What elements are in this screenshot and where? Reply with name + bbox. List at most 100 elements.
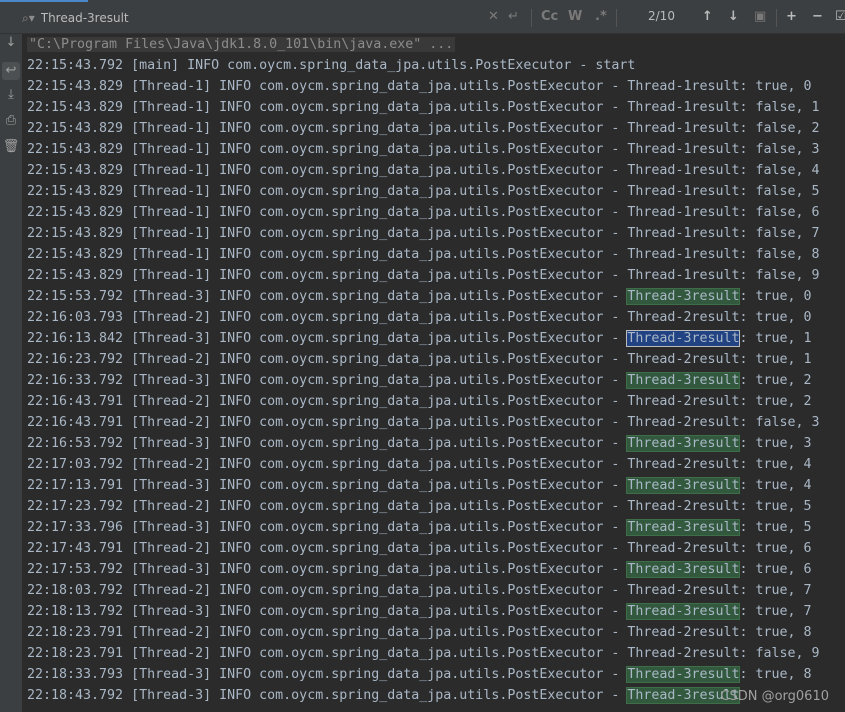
console-toolbar: ↓ ↩ ⤓ ⎙ 🗑 xyxy=(0,34,22,712)
log-prefix: 22:16:13.842 [Thread-3] INFO com.oycm.sp… xyxy=(27,331,628,346)
log-prefix: 22:15:43.829 [Thread-1] INFO com.oycm.sp… xyxy=(27,121,628,136)
log-prefix: 22:16:43.791 [Thread-2] INFO com.oycm.sp… xyxy=(27,394,628,409)
log-line: 22:16:53.792 [Thread-3] INFO com.oycm.sp… xyxy=(27,433,812,454)
log-value: : true, 2 xyxy=(739,373,812,388)
log-value: : true, 4 xyxy=(739,457,812,472)
select-all-icon[interactable]: ▣ xyxy=(754,9,766,24)
log-line: 22:16:03.793 [Thread-2] INFO com.oycm.sp… xyxy=(27,307,812,328)
log-line: 22:15:43.829 [Thread-1] INFO com.oycm.sp… xyxy=(27,265,820,286)
soft-wrap-icon[interactable]: ↩ xyxy=(2,62,20,80)
log-key: Thread-2result xyxy=(627,625,740,640)
enter-icon[interactable]: ↵ xyxy=(508,9,519,24)
log-prefix: 22:17:53.792 [Thread-3] INFO com.oycm.sp… xyxy=(27,562,628,577)
log-value: : true, 7 xyxy=(739,604,812,619)
console-output[interactable]: "C:\Program Files\Java\jdk1.8.0_101\bin\… xyxy=(22,34,845,712)
log-value: : false, 9 xyxy=(739,268,820,283)
log-value: : false, 8 xyxy=(739,247,820,262)
log-key: Thread-2result xyxy=(627,541,740,556)
log-key: Thread-1result xyxy=(627,247,740,262)
log-line: 22:15:43.829 [Thread-1] INFO com.oycm.sp… xyxy=(27,223,820,244)
log-prefix: 22:15:43.829 [Thread-1] INFO com.oycm.sp… xyxy=(27,247,628,262)
log-prefix: 22:17:43.791 [Thread-2] INFO com.oycm.sp… xyxy=(27,541,628,556)
log-prefix: 22:16:33.792 [Thread-3] INFO com.oycm.sp… xyxy=(27,373,628,388)
log-key: Thread-2result xyxy=(627,415,740,430)
trash-icon[interactable]: 🗑 xyxy=(2,138,20,156)
log-key: Thread-2result xyxy=(627,310,740,325)
log-line: 22:15:43.829 [Thread-1] INFO com.oycm.sp… xyxy=(27,160,820,181)
log-key: Thread-2result xyxy=(627,352,740,367)
log-value: : true, 8 xyxy=(739,625,812,640)
add-occurrence-icon[interactable]: + xyxy=(786,9,797,24)
log-key: Thread-1result xyxy=(627,121,740,136)
log-prefix: 22:17:23.792 [Thread-2] INFO com.oycm.sp… xyxy=(27,499,628,514)
arrow-up-icon[interactable]: ↑ xyxy=(702,9,713,24)
current-search-match: Thread-3result xyxy=(626,330,741,347)
search-match: Thread-3result xyxy=(626,666,741,683)
search-field[interactable]: ⌕▾ xyxy=(22,7,522,29)
log-line: 22:18:33.793 [Thread-3] INFO com.oycm.sp… xyxy=(27,664,812,685)
remove-occurrence-icon[interactable]: − xyxy=(812,9,823,24)
log-line: 22:18:03.792 [Thread-2] INFO com.oycm.sp… xyxy=(27,580,812,601)
log-value: : true, 1 xyxy=(739,352,812,367)
log-value: : true, 5 xyxy=(739,499,812,514)
log-prefix: 22:17:13.791 [Thread-3] INFO com.oycm.sp… xyxy=(27,478,628,493)
log-value: : false, 7 xyxy=(739,226,820,241)
log-value: : true, 3 xyxy=(739,436,812,451)
log-value: : true, 0 xyxy=(739,79,812,94)
log-line: 22:17:43.791 [Thread-2] INFO com.oycm.sp… xyxy=(27,538,812,559)
search-icon[interactable]: ⌕▾ xyxy=(22,11,35,26)
log-line: 22:15:43.829 [Thread-1] INFO com.oycm.sp… xyxy=(27,181,820,202)
close-icon[interactable]: ✕ xyxy=(488,9,499,24)
log-prefix: 22:15:53.792 [Thread-3] INFO com.oycm.sp… xyxy=(27,289,628,304)
log-value: : true, 1 xyxy=(739,331,812,346)
log-key: Thread-1result xyxy=(627,163,740,178)
watermark: CSDN @org0610 xyxy=(720,689,829,704)
search-match: Thread-3result xyxy=(626,288,741,305)
log-prefix: 22:15:43.792 [main] INFO com.oycm.spring… xyxy=(27,58,636,73)
log-line: 22:16:43.791 [Thread-2] INFO com.oycm.sp… xyxy=(27,391,812,412)
divider xyxy=(531,9,532,27)
search-input[interactable] xyxy=(40,11,441,25)
log-prefix: 22:15:43.829 [Thread-1] INFO com.oycm.sp… xyxy=(27,79,628,94)
log-key: Thread-1result xyxy=(627,79,740,94)
log-prefix: 22:16:23.792 [Thread-2] INFO com.oycm.sp… xyxy=(27,352,628,367)
whole-word-toggle[interactable]: W xyxy=(568,9,582,24)
log-line: 22:17:23.792 [Thread-2] INFO com.oycm.sp… xyxy=(27,496,812,517)
arrow-down-icon[interactable]: ↓ xyxy=(2,34,20,52)
filter-icon[interactable]: ☑ xyxy=(835,9,845,24)
log-value: : false, 5 xyxy=(739,184,820,199)
log-value: : true, 8 xyxy=(739,667,812,682)
log-value: : true, 6 xyxy=(739,562,812,577)
search-match: Thread-3result xyxy=(626,435,741,452)
log-line: 22:17:03.792 [Thread-2] INFO com.oycm.sp… xyxy=(27,454,812,475)
regex-toggle[interactable]: .* xyxy=(595,9,607,24)
log-key: Thread-1result xyxy=(627,142,740,157)
log-key: Thread-1result xyxy=(627,268,740,283)
log-value: : true, 2 xyxy=(739,394,812,409)
log-value: : true, 0 xyxy=(739,310,812,325)
match-case-toggle[interactable]: Cc xyxy=(541,9,558,24)
divider xyxy=(616,9,617,27)
log-line: 22:15:43.829 [Thread-1] INFO com.oycm.sp… xyxy=(27,244,820,265)
log-line: 22:17:33.796 [Thread-3] INFO com.oycm.sp… xyxy=(27,517,812,538)
arrow-down-icon[interactable]: ↓ xyxy=(728,9,739,24)
command-line: "C:\Program Files\Java\jdk1.8.0_101\bin\… xyxy=(27,34,456,55)
log-line: 22:16:13.842 [Thread-3] INFO com.oycm.sp… xyxy=(27,328,812,349)
search-bar: ⌕▾ ✕ ↵ Cc W .* 2/10 ↑ ↓ ▣ + − ☑ xyxy=(0,3,845,34)
log-prefix: 22:18:23.791 [Thread-2] INFO com.oycm.sp… xyxy=(27,646,628,661)
log-prefix: 22:17:33.796 [Thread-3] INFO com.oycm.sp… xyxy=(27,520,628,535)
log-prefix: 22:15:43.829 [Thread-1] INFO com.oycm.sp… xyxy=(27,205,628,220)
log-prefix: 22:16:43.791 [Thread-2] INFO com.oycm.sp… xyxy=(27,415,628,430)
log-value: : true, 7 xyxy=(739,583,812,598)
log-value: : false, 3 xyxy=(739,415,820,430)
match-counter: 2/10 xyxy=(648,9,675,23)
scroll-to-end-icon[interactable]: ⤓ xyxy=(2,86,20,104)
log-prefix: 22:15:43.829 [Thread-1] INFO com.oycm.sp… xyxy=(27,268,628,283)
log-line: 22:15:43.829 [Thread-1] INFO com.oycm.sp… xyxy=(27,139,820,160)
log-value: : false, 9 xyxy=(739,646,820,661)
log-key: Thread-2result xyxy=(627,394,740,409)
command-text: "C:\Program Files\Java\jdk1.8.0_101\bin\… xyxy=(27,37,456,52)
print-icon[interactable]: ⎙ xyxy=(2,112,20,130)
log-prefix: 22:15:43.829 [Thread-1] INFO com.oycm.sp… xyxy=(27,100,628,115)
log-value: : true, 0 xyxy=(739,289,812,304)
